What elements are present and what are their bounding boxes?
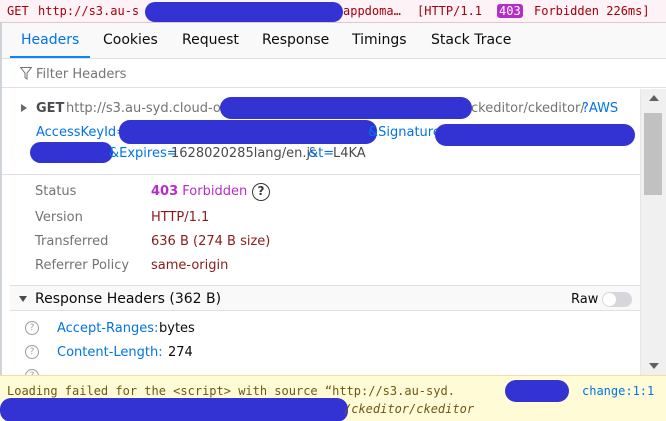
- console-source-link[interactable]: change:1:1: [582, 384, 654, 398]
- help-icon[interactable]: ?: [25, 321, 39, 335]
- tab-cookies[interactable]: Cookies: [103, 32, 158, 48]
- referrer-policy-label: Referrer Policy: [35, 258, 130, 273]
- request-protocol: [HTTP/1.1: [417, 4, 483, 18]
- redaction-block: [220, 97, 472, 119]
- tab-response[interactable]: Response: [262, 32, 329, 48]
- redaction-block: [145, 2, 343, 22]
- redaction-block: [30, 142, 113, 163]
- request-url-start: http://s3.au-s: [38, 4, 140, 18]
- collapse-icon: [19, 296, 27, 302]
- redaction-block: [0, 398, 348, 421]
- filter-headers-input[interactable]: [36, 65, 636, 83]
- raw-label: Raw: [571, 292, 599, 307]
- help-icon[interactable]: ?: [25, 345, 39, 359]
- request-url-block: GET http://s3.au-syd.cloud-ob ckeditor/c…: [2, 89, 640, 175]
- filter-icon: [20, 67, 32, 80]
- url-query-start: ?AWS: [582, 101, 619, 116]
- status-badge: 403: [497, 4, 523, 18]
- url-expires-value: 1628020285lang/en.js: [171, 146, 317, 161]
- status-text: Forbidden: [182, 184, 248, 199]
- network-details-panel: Headers Cookies Request Response Timings…: [0, 23, 666, 375]
- version-value: HTTP/1.1: [151, 210, 210, 225]
- redaction-block: [119, 120, 377, 144]
- console-message-text: Loading failed for the <script> with sou…: [7, 384, 455, 398]
- tab-headers[interactable]: Headers: [21, 32, 79, 48]
- response-headers-section-header[interactable]: Response Headers (362 B) Raw: [10, 285, 640, 311]
- header-row: ? Accept-Ranges: bytes: [10, 319, 640, 343]
- status-code: 403: [151, 184, 179, 199]
- header-name: Accept-Ranges:: [57, 321, 159, 336]
- scroll-down-icon[interactable]: [649, 363, 659, 369]
- url-path-end: ckeditor/ckeditor/: [471, 101, 585, 116]
- url-expires-key: &Expires=: [109, 146, 178, 161]
- expand-url-icon[interactable]: [21, 104, 27, 112]
- tab-timings[interactable]: Timings: [352, 32, 407, 48]
- status-value: 403 Forbidden: [151, 184, 247, 199]
- console-error-message: Loading failed for the <script> with sou…: [0, 375, 666, 421]
- url-t-key: &t=: [308, 146, 335, 161]
- status-label: Status: [35, 184, 77, 199]
- header-value: bytes: [159, 321, 195, 336]
- request-summary-line[interactable]: GET http://s3.au-s appdoma… [HTTP/1.1 40…: [0, 0, 666, 23]
- scroll-up-icon[interactable]: [649, 95, 659, 101]
- redaction-block: [505, 380, 569, 402]
- transferred-label: Transferred: [35, 234, 109, 249]
- url-access-key: AccessKeyId=: [36, 125, 128, 140]
- url-method: GET: [36, 101, 65, 116]
- redaction-block: [435, 124, 635, 146]
- details-tabbar: Headers Cookies Request Response Timings…: [2, 23, 666, 59]
- raw-toggle[interactable]: [602, 292, 632, 307]
- version-label: Version: [35, 210, 83, 225]
- tab-stack-trace[interactable]: Stack Trace: [431, 32, 511, 48]
- request-method: GET: [7, 4, 29, 18]
- request-status-rest: Forbidden 226ms]: [534, 4, 650, 18]
- raw-toggle-knob: [603, 293, 616, 306]
- filter-bar: [2, 60, 666, 88]
- scrollbar-thumb[interactable]: [644, 113, 662, 195]
- status-help-icon[interactable]: ?: [252, 183, 270, 201]
- header-row: ? Content-Length: 274: [10, 343, 640, 367]
- url-signature: &Signature: [368, 125, 441, 140]
- referrer-policy-value: same-origin: [151, 258, 229, 273]
- url-host: http://s3.au-syd.cloud-ob: [66, 101, 230, 116]
- active-tab-indicator: [10, 56, 90, 58]
- request-url-mid: appdoma…: [343, 4, 401, 18]
- header-value: 274: [168, 345, 193, 360]
- console-message-line2: /ckeditor/ckeditor: [344, 402, 475, 416]
- vertical-scrollbar[interactable]: [640, 89, 666, 375]
- response-headers-title: Response Headers (362 B): [35, 291, 222, 307]
- header-row: ?: [10, 367, 640, 375]
- transferred-value: 636 B (274 B size): [151, 234, 271, 249]
- url-t-value: L4KA: [333, 146, 366, 161]
- tab-request[interactable]: Request: [182, 32, 239, 48]
- header-name: Content-Length:: [57, 345, 163, 360]
